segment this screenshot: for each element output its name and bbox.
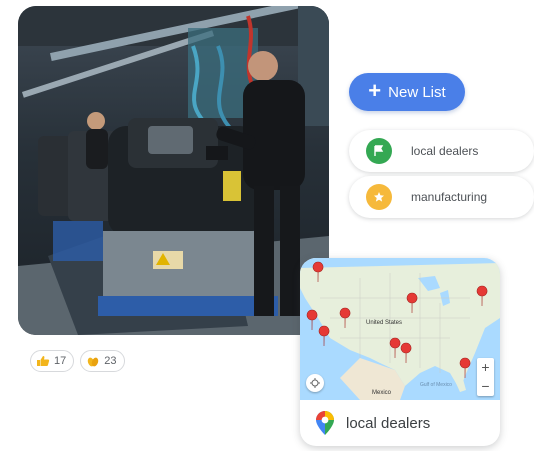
reaction-clap[interactable]: 23 — [80, 350, 125, 372]
map-card-footer: local dealers — [300, 400, 500, 446]
map-label-gulf: Gulf of Mexico — [420, 382, 452, 388]
star-icon — [366, 184, 392, 210]
map-card[interactable]: United States Mexico Gulf of Mexico + − … — [300, 258, 500, 446]
list-item-label: manufacturing — [411, 190, 488, 204]
plus-icon: + — [368, 78, 382, 103]
reaction-count: 17 — [54, 355, 67, 367]
target-icon — [310, 378, 320, 388]
reaction-thumbs-up[interactable]: 17 — [30, 350, 75, 372]
map-view[interactable]: United States Mexico Gulf of Mexico + − — [300, 258, 500, 400]
map-label-country: United States — [366, 320, 403, 326]
new-list-button[interactable]: + New List — [349, 73, 465, 111]
list-item-manufacturing[interactable]: manufacturing — [349, 176, 534, 218]
flag-icon — [366, 138, 392, 164]
map-label-city: Mexico — [372, 390, 392, 396]
clapping-hands-icon — [88, 357, 99, 367]
google-maps-pin-icon — [316, 411, 334, 435]
zoom-in-button[interactable]: + — [477, 358, 494, 377]
locate-me-button[interactable] — [306, 374, 324, 392]
new-list-label: New List — [388, 83, 446, 101]
zoom-control: + − — [477, 358, 494, 396]
factory-photo — [18, 6, 329, 335]
zoom-out-button[interactable]: − — [477, 377, 494, 396]
reaction-count: 23 — [104, 355, 117, 367]
thumbs-up-icon — [37, 356, 50, 366]
list-item-label: local dealers — [411, 144, 479, 158]
reaction-bar: 17 23 — [30, 350, 125, 372]
map-card-title: local dealers — [346, 414, 431, 432]
list-item-local-dealers[interactable]: local dealers — [349, 130, 534, 172]
